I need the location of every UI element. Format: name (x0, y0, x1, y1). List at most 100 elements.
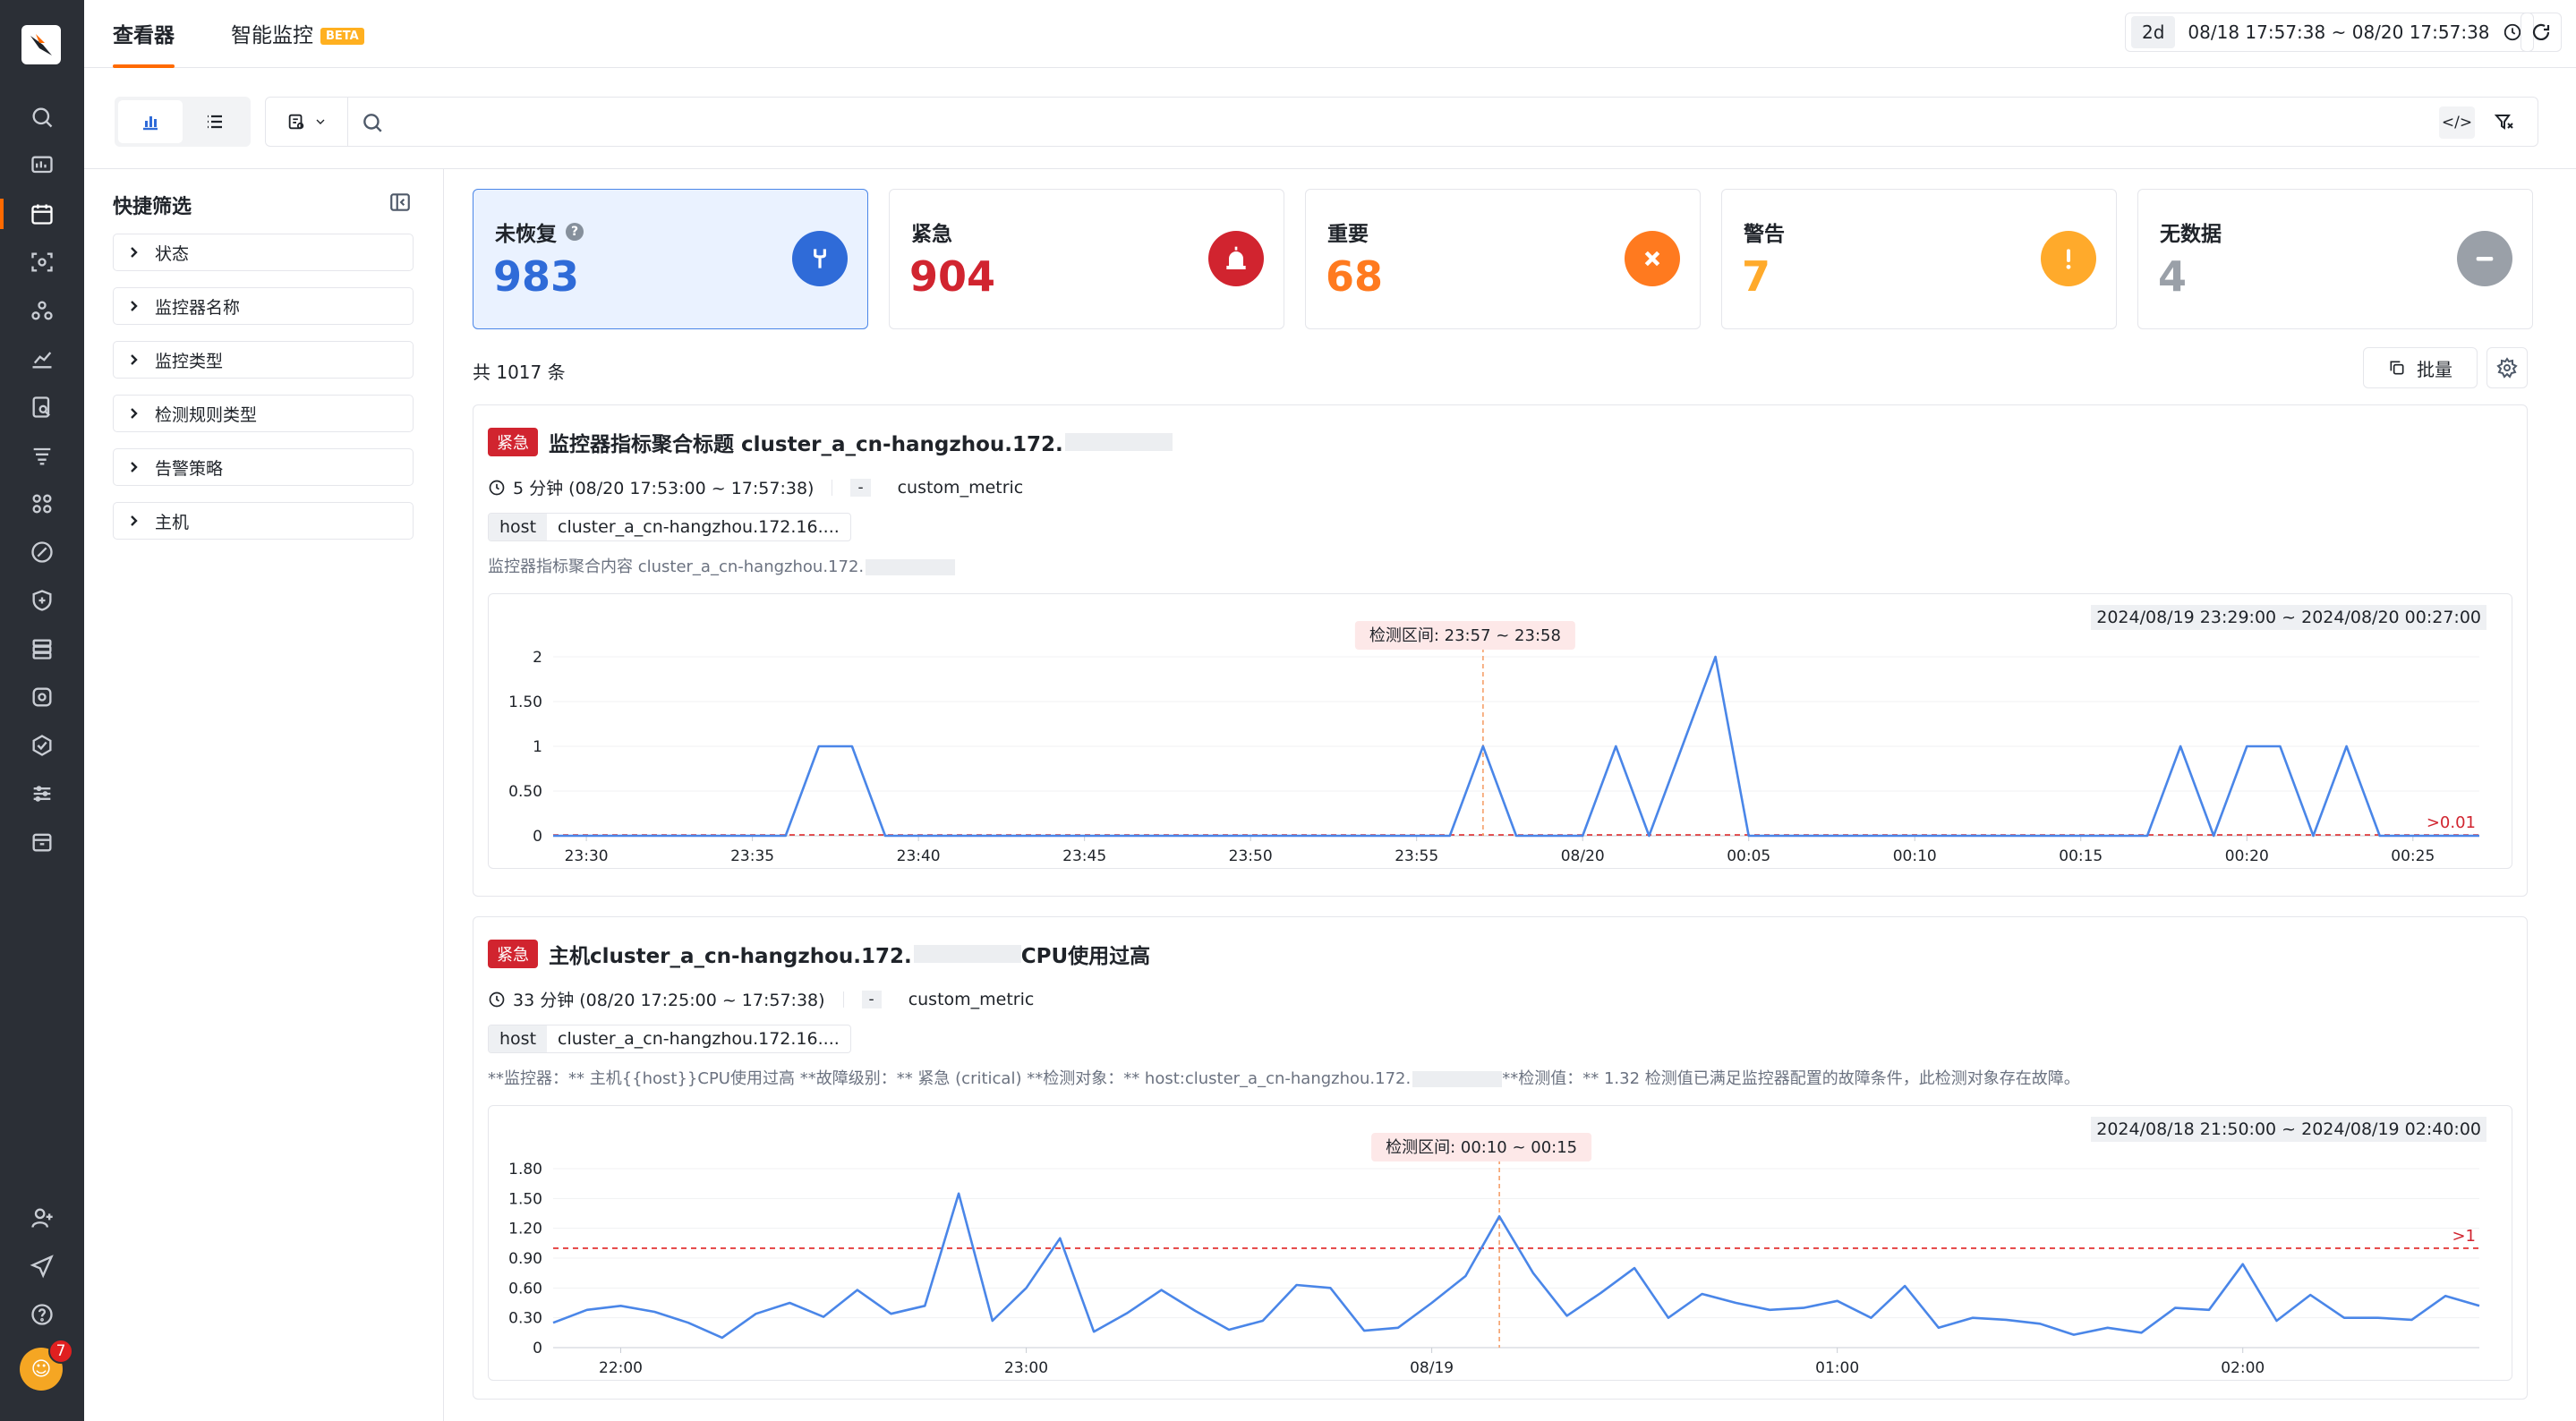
nav-infra[interactable] (0, 238, 84, 286)
y-tick-label: 1.80 (508, 1161, 542, 1178)
nav-rum[interactable] (0, 528, 84, 576)
nav-security[interactable] (0, 576, 84, 625)
filter-label: 监控器名称 (155, 297, 241, 318)
list-settings-button[interactable] (2486, 347, 2528, 388)
clear-filter-button[interactable] (2486, 104, 2522, 140)
nav-invite[interactable] (0, 1194, 84, 1242)
nav-database[interactable] (0, 625, 84, 673)
x-tick-label: 23:45 (1062, 847, 1106, 865)
wrench-icon (792, 231, 848, 286)
summary-label: 重要 (1327, 223, 1369, 246)
y-tick-label: 1.20 (508, 1221, 542, 1238)
user-add-icon (31, 1208, 53, 1228)
threshold-label: >1 (2452, 1227, 2476, 1246)
x-icon (1625, 231, 1680, 286)
filter-status[interactable]: 状态 (113, 234, 414, 271)
x-tick-label: 23:00 (1004, 1359, 1048, 1377)
filter-label: 检测规则类型 (155, 404, 258, 425)
event-desc: **监控器：** 主机{{host}}CPU使用过高 **故障级别：** 紧急 … (488, 1069, 1412, 1088)
time-range-picker[interactable]: 2d 08/18 17:57:38 ~ 08/20 17:57:38 (2125, 13, 2534, 52)
code-icon: </> (2441, 114, 2473, 132)
search-input[interactable] (348, 98, 2538, 146)
total-count: 共 1017 条 (473, 362, 566, 383)
search-icon (32, 107, 53, 128)
tag-value: cluster_a_cn-hangzhou.172.16.... (558, 1029, 840, 1049)
sliders-icon (33, 786, 51, 802)
x-tick-label: 23:35 (730, 847, 774, 865)
list-view-button[interactable] (183, 100, 247, 143)
minus-icon (2457, 231, 2512, 286)
event-card[interactable]: 紧急 监控器指标聚合标题 cluster_a_cn-hangzhou.172. 5… (473, 404, 2528, 897)
tab-smart-monitor[interactable]: 智能监控 BETA (231, 18, 364, 48)
quick-filter-title: 快捷筛选 (113, 196, 192, 218)
batch-button[interactable]: 批量 (2363, 347, 2478, 388)
help-icon[interactable]: ? (566, 223, 584, 241)
event-duration: 5 分钟 (08/20 17:53:00 ~ 17:57:38) (513, 479, 815, 498)
event-tag[interactable]: host cluster_a_cn-hangzhou.172.16.... (488, 1025, 851, 1053)
summary-label: 未恢复 (495, 223, 557, 246)
redacted-mask (1412, 1071, 1503, 1087)
chart-view-button[interactable] (118, 100, 183, 143)
y-tick-label: 0.90 (508, 1250, 542, 1268)
summary-card-critical[interactable]: 紧急 904 (889, 189, 1284, 329)
nav-billing[interactable] (0, 818, 84, 866)
summary-card-nodata[interactable]: 无数据 4 (2137, 189, 2533, 329)
event-source: custom_metric (908, 989, 1035, 1009)
filter-monitor-type[interactable]: 监控类型 (113, 341, 414, 379)
filter-alert-policy[interactable]: 告警策略 (113, 448, 414, 486)
time-relative[interactable]: 2d (2131, 16, 2176, 48)
nav-settings[interactable] (0, 770, 84, 818)
filter-monitor-name[interactable]: 监控器名称 (113, 287, 414, 325)
chart-svg: 0 0.30 0.60 0.90 1.20 1.50 1.80 22:00 23:00 08/19… (508, 1133, 2480, 1377)
nav-events[interactable] (0, 190, 84, 238)
nav-dashboard[interactable] (0, 141, 84, 190)
nav-synthetic[interactable] (0, 673, 84, 721)
query-code-toggle[interactable]: </> (2439, 106, 2475, 139)
app-logo[interactable] (21, 25, 61, 64)
summary-card-warning[interactable]: 警告 7 (1721, 189, 2117, 329)
nav-feedback[interactable] (0, 1242, 84, 1290)
event-tag[interactable]: host cluster_a_cn-hangzhou.172.16.... (488, 513, 851, 541)
event-chart: 0 0.50 1 1.50 2 23:30 23:35 23:40 23:45 23:50 23:5… (488, 593, 2512, 869)
nav-integration[interactable] (0, 721, 84, 770)
divider (842, 991, 844, 1008)
x-tick-label: 00:15 (2059, 847, 2103, 865)
detect-label: 检测区间: 23:57 ~ 23:58 (1369, 626, 1561, 645)
tab-viewer[interactable]: 查看器 (113, 18, 175, 68)
threshold-label: >0.01 (2427, 813, 2476, 832)
event-title[interactable]: 主机cluster_a_cn-hangzhou.172. (549, 939, 912, 969)
nav-logs[interactable] (0, 383, 84, 431)
collapse-panel-icon[interactable] (388, 191, 412, 214)
event-title[interactable]: 监控器指标聚合标题 cluster_a_cn-hangzhou.172. (549, 427, 1063, 457)
x-tick-label: 23:30 (565, 847, 609, 865)
event-duration: 33 分钟 (08/20 17:25:00 ~ 17:57:38) (513, 991, 825, 1010)
filter-rule-type[interactable]: 检测规则类型 (113, 395, 414, 432)
bar-chart-icon (143, 116, 158, 131)
summary-card-unrecovered[interactable]: 未恢复? 983 (473, 189, 868, 329)
summary-value: 4 (2158, 252, 2188, 301)
chart-icon (32, 352, 52, 369)
saved-query-select[interactable] (266, 98, 348, 146)
nav-help[interactable] (0, 1290, 84, 1339)
refresh-icon (2532, 23, 2550, 40)
dashboard-icon (31, 156, 53, 174)
nav-pipeline[interactable] (0, 431, 84, 480)
summary-card-important[interactable]: 重要 68 (1305, 189, 1701, 329)
toolbar-divider (84, 168, 2576, 169)
x-tick-label: 00:10 (1893, 847, 1937, 865)
nav-search[interactable] (0, 93, 84, 141)
y-tick-label: 0.30 (508, 1310, 542, 1328)
beta-badge: BETA (320, 28, 364, 45)
nav-apps[interactable] (0, 480, 84, 528)
x-tick-label: 00:25 (2391, 847, 2435, 865)
target-icon (32, 687, 52, 707)
chevron-down-icon (316, 119, 324, 124)
nav-metrics[interactable] (0, 286, 84, 335)
event-card[interactable]: 紧急 主机cluster_a_cn-hangzhou.172. CPU使用过高 33… (473, 916, 2528, 1400)
filter-host[interactable]: 主机 (113, 502, 414, 540)
nav-analytics[interactable] (0, 335, 84, 383)
event-title-suffix: CPU使用过高 (1020, 945, 1151, 968)
scan-icon (31, 252, 53, 272)
redacted-mask (913, 945, 1021, 963)
refresh-button[interactable] (2521, 13, 2562, 52)
